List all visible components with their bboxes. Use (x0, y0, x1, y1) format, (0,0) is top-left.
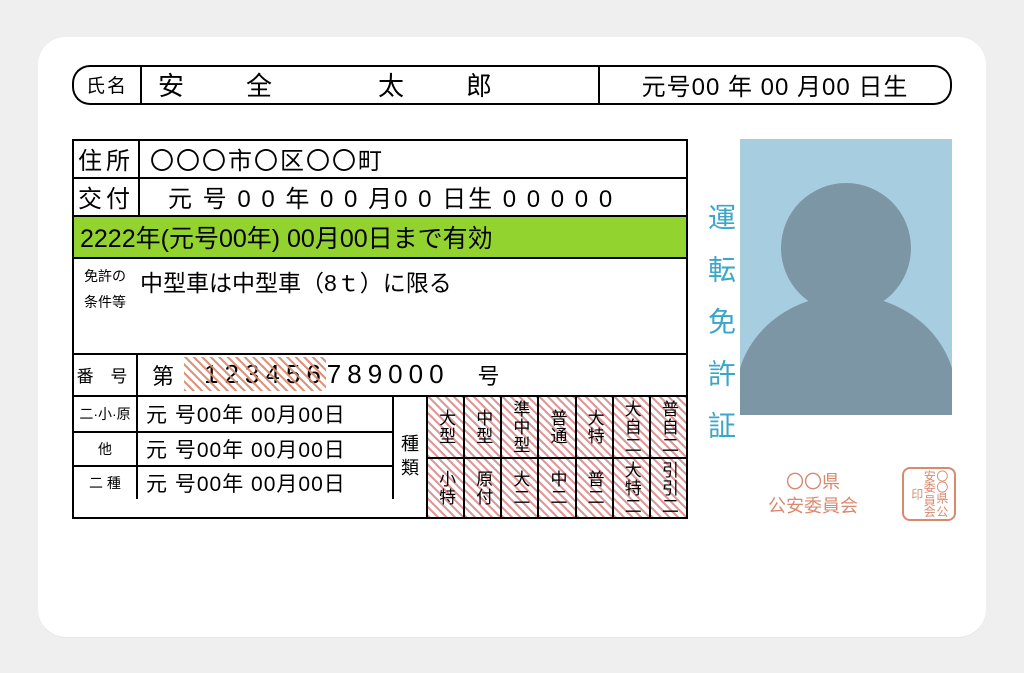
cat-cell: 中型 (465, 397, 502, 457)
name-label: 氏名 (72, 65, 140, 105)
cat-cell: 普自二 (651, 397, 688, 457)
date-value-1: 元 号00年 00月00日 (138, 433, 392, 465)
info-table: 住所 〇〇〇市〇区〇〇町 交付 元 号 0 0 年 0 0 月0 0 日生 0 … (72, 139, 688, 217)
address-value: 〇〇〇市〇区〇〇町 (139, 140, 687, 178)
avatar-body (740, 295, 952, 415)
date-value-0: 元 号00年 00月00日 (138, 397, 392, 431)
conditions-value: 中型車は中型車（8ｔ）に限る (140, 263, 452, 349)
cat-cell: 原付 (465, 457, 502, 517)
categories-grid: 大型 中型 準中型 普通 大特 大自二 普自二 小特 原付 大二 中二 普二 大… (428, 397, 688, 517)
categories-block: 種類 大型 中型 準中型 普通 大特 大自二 普自二 小特 原付 大二 中二 (394, 397, 688, 517)
issue-label: 交付 (73, 178, 139, 216)
license-title-vertical: 運転免許証 (700, 203, 740, 463)
issuer-stamp: 〇〇県 公安委 員会印 (902, 467, 956, 521)
date-row: 二 種 元 号00年 00月00日 (74, 465, 394, 499)
number-row: 番 号 第 123456789000 号 (72, 355, 688, 397)
name-row: 氏名 安 全 太 郎 元号00 年 00 月00 日生 (72, 65, 952, 105)
issuer-text: 〇〇県公安委員会 (738, 470, 888, 519)
conditions-row: 免許の条件等 中型車は中型車（8ｔ）に限る (72, 259, 688, 355)
cat-cell: 大自二 (614, 397, 651, 457)
date-label-1: 他 (74, 433, 138, 465)
date-row: 二·小·原 元 号00年 00月00日 (74, 397, 394, 431)
photo-placeholder (740, 139, 952, 415)
cat-cell: 準中型 (502, 397, 539, 457)
conditions-label: 免許の条件等 (84, 263, 140, 349)
cat-cell: 引引二 (651, 457, 688, 517)
number-value: 第 123456789000 号 (138, 359, 686, 391)
issue-value: 元 号 0 0 年 0 0 月0 0 日生 0 0 0 0 0 (139, 178, 687, 216)
date-label-2: 二 種 (74, 467, 138, 499)
avatar-head (781, 183, 911, 313)
date-label-0: 二·小·原 (74, 397, 138, 431)
cat-cell: 大特 (577, 397, 614, 457)
date-value-2: 元 号00年 00月00日 (138, 467, 392, 499)
cat-cell: 普二 (577, 457, 614, 517)
dates-block: 二·小·原 元 号00年 00月00日 他 元 号00年 00月00日 二 種 … (74, 397, 394, 517)
bottom-grid: 二·小·原 元 号00年 00月00日 他 元 号00年 00月00日 二 種 … (72, 397, 688, 519)
date-row: 他 元 号00年 00月00日 (74, 431, 394, 465)
right-column: 運転免許証 〇〇県公安委員会 〇〇県 公安委 員会印 (702, 139, 952, 519)
cat-cell: 中二 (539, 457, 576, 517)
categories-label: 種類 (394, 397, 428, 517)
dob-value: 元号00 年 00 月00 日生 (600, 65, 952, 105)
cat-cell: 大二 (502, 457, 539, 517)
cat-cell: 大型 (428, 397, 465, 457)
name-value: 安 全 太 郎 (140, 65, 600, 105)
address-label: 住所 (73, 140, 139, 178)
cat-cell: 普通 (539, 397, 576, 457)
drivers-license-card: 氏名 安 全 太 郎 元号00 年 00 月00 日生 住所 〇〇〇市〇区〇〇町… (38, 37, 986, 637)
cat-cell: 小特 (428, 457, 465, 517)
expiry-highlight: 2222年(元号00年) 00月00日まで有効 (72, 217, 688, 259)
cat-cell: 大特二 (614, 457, 651, 517)
number-label: 番 号 (74, 355, 138, 395)
